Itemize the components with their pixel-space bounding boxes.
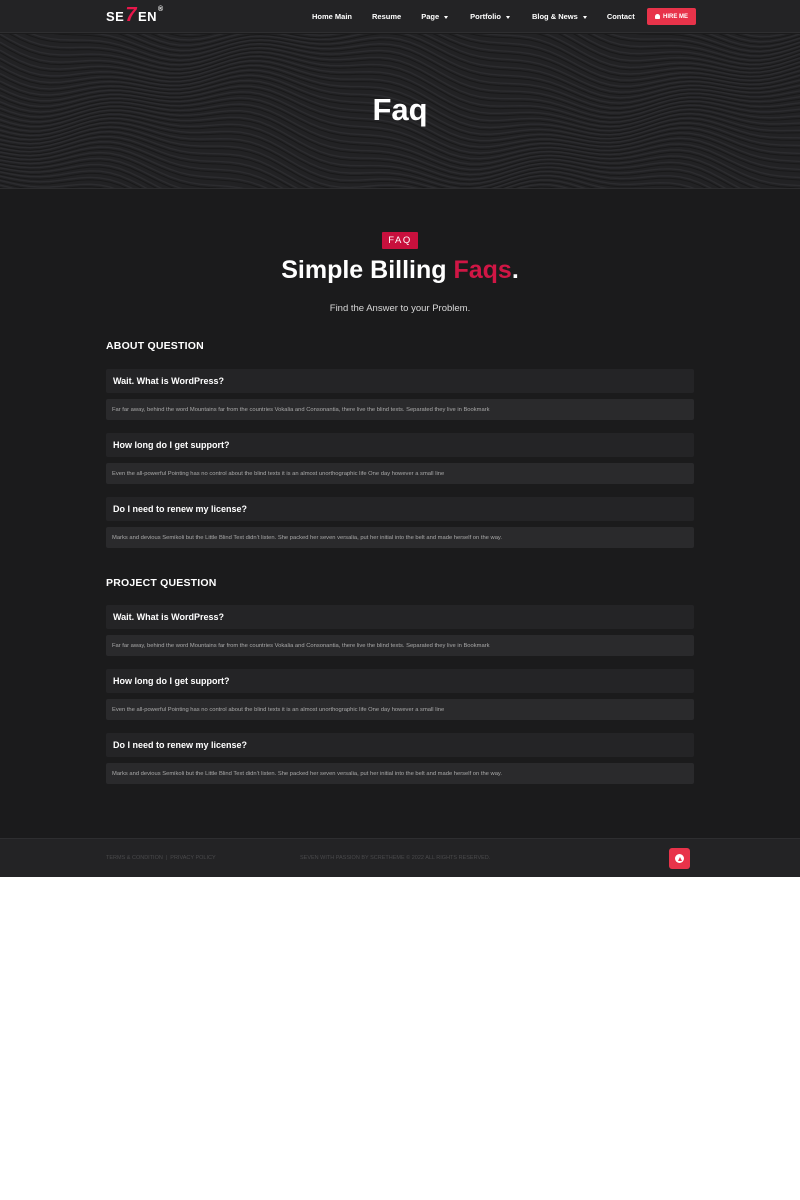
copyright-text: SEVEN WITH PASSION BY SCRETHEME © 2022 A…: [300, 855, 491, 861]
footer-link-separator: |: [165, 855, 168, 861]
hire-me-button[interactable]: HIRE ME: [647, 8, 696, 25]
faq-question[interactable]: Wait. What is WordPress?: [106, 605, 694, 629]
faq-answer: Even the all-powerful Pointing has no co…: [106, 463, 694, 484]
logo-seven: 7: [125, 4, 137, 26]
section-title-dot: .: [511, 256, 519, 284]
page: SE 7 EN ® Home Main Resume Page Portfoli…: [0, 0, 800, 877]
section-title-main: Simple Billing: [281, 256, 447, 284]
logo[interactable]: SE 7 EN ®: [106, 4, 164, 28]
nav-item-page[interactable]: Page: [421, 12, 449, 21]
nav-item-label: Blog & News: [531, 12, 578, 21]
privacy-link[interactable]: PRIVACY POLICY: [170, 855, 215, 861]
logo-text-right: EN: [137, 9, 158, 24]
faq-answer: Marks and devious Semikoli but the Littl…: [106, 527, 694, 548]
faq-badge: FAQ: [382, 232, 418, 249]
chevron-down-icon: [505, 15, 510, 19]
footer: TERMS & CONDITION | PRIVACY POLICY SEVEN…: [0, 838, 800, 877]
faq-answer: Even the all-powerful Pointing has no co…: [106, 699, 694, 720]
group-title-project: PROJECT QUESTION: [106, 577, 217, 589]
page-title: Faq: [372, 92, 428, 127]
logo-registered-mark: ®: [158, 6, 164, 13]
nav-item-resume[interactable]: Resume: [372, 12, 401, 21]
hero-banner: Faq: [0, 34, 800, 189]
logo-text-left: SE: [106, 9, 125, 24]
nav-item-label: Home Main: [312, 12, 353, 21]
nav-item-home-main[interactable]: Home Main: [312, 12, 352, 21]
nav-item-label: Page: [421, 12, 440, 21]
faq-answer: Far far away, behind the word Mountains …: [106, 635, 694, 656]
section-title-accent: Faqs: [453, 256, 512, 284]
faq-answer: Far far away, behind the word Mountains …: [106, 399, 694, 420]
faq-question[interactable]: Do I need to renew my license?: [106, 733, 694, 757]
faq-question[interactable]: Wait. What is WordPress?: [106, 369, 694, 393]
nav-item-label: Portfolio: [470, 12, 501, 21]
bell-icon: [654, 14, 660, 19]
arrow-up-circle-icon: [675, 854, 684, 863]
nav-item-label: Contact: [606, 12, 635, 21]
back-to-top-button[interactable]: [669, 848, 690, 869]
section-subtitle: Find the Answer to your Problem.: [329, 303, 471, 314]
faq-question[interactable]: How long do I get support?: [106, 433, 694, 457]
footer-links: TERMS & CONDITION | PRIVACY POLICY: [106, 855, 216, 861]
faq-question[interactable]: How long do I get support?: [106, 669, 694, 693]
nav-item-label: Resume: [372, 12, 402, 21]
chevron-down-icon: [582, 15, 587, 19]
nav-item-blog-news[interactable]: Blog & News: [532, 12, 587, 21]
nav-item-portfolio[interactable]: Portfolio: [470, 12, 510, 21]
faq-answer: Marks and devious Semikoli but the Littl…: [106, 763, 694, 784]
section-title: Simple Billing Faqs.: [0, 256, 800, 285]
terms-link[interactable]: TERMS & CONDITION: [106, 855, 163, 861]
navbar: SE 7 EN ® Home Main Resume Page Portfoli…: [0, 0, 800, 33]
group-title-about: ABOUT QUESTION: [106, 340, 204, 352]
chevron-down-icon: [444, 15, 449, 19]
nav-item-contact[interactable]: Contact: [607, 12, 635, 21]
nav-menu: Home Main Resume Page Portfolio Blog & N…: [312, 0, 635, 33]
hire-me-label: HIRE ME: [662, 13, 688, 20]
faq-question[interactable]: Do I need to renew my license?: [106, 497, 694, 521]
